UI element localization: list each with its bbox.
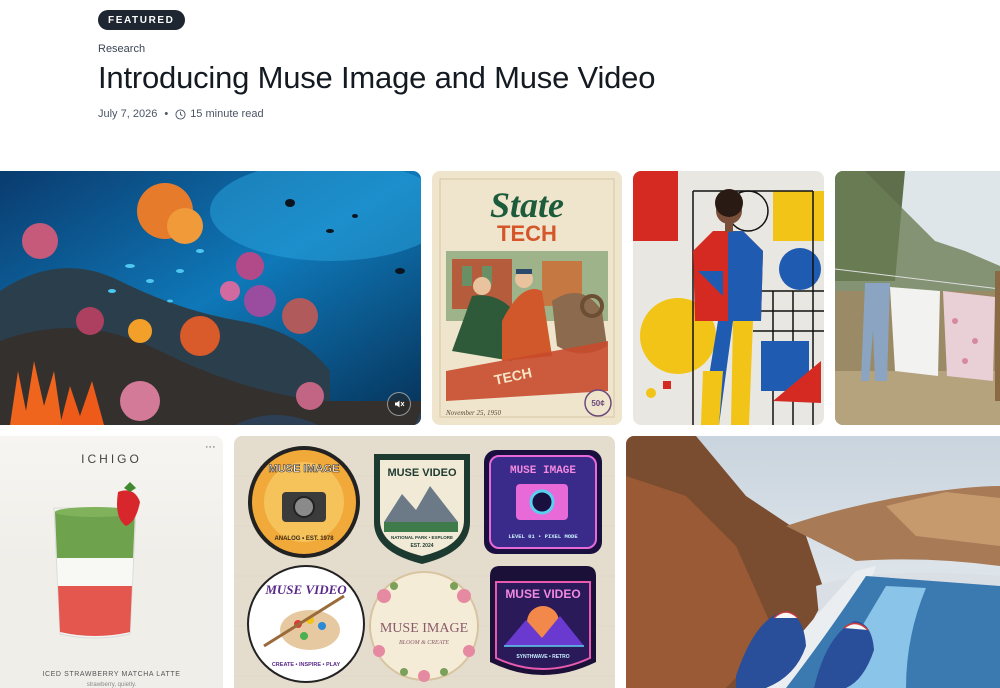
- ichigo-corner-text: ● ● ●: [205, 444, 215, 449]
- coral-reef-scene: [0, 171, 421, 425]
- page-title: Introducing Muse Image and Muse Video: [98, 60, 656, 95]
- post-category[interactable]: Research: [98, 43, 978, 55]
- geometric-fashion-scene: [633, 171, 824, 425]
- poster-title-state: State: [490, 185, 564, 225]
- patch-5-title: MUSE IMAGE: [380, 621, 468, 636]
- patch-3-title: MUSE IMAGE: [510, 465, 576, 477]
- ichigo-ad-image[interactable]: ● ● ● ICHIGO ICED STRAWBERRY MATCHA LATT…: [0, 436, 223, 688]
- canyon-slide-video[interactable]: [626, 436, 1000, 688]
- patch-1-sub: ANALOG • EST. 1978: [274, 536, 334, 542]
- patch-6: MUSE VIDEO SYNTHWAVE • RETRO: [490, 566, 596, 675]
- patch-6-title: MUSE VIDEO: [505, 587, 580, 601]
- state-tech-poster: State TECH TECH November 25, 1950 50¢: [432, 171, 622, 425]
- meta-separator: •: [164, 108, 169, 121]
- ichigo-caption: ICED STRAWBERRY MATCHA LATTE: [42, 671, 181, 678]
- patches-scene: MUSE IMAGE ANALOG • EST. 1978 MUSE VIDEO…: [234, 436, 615, 688]
- patch-4: MUSE VIDEO CREATE • INSPIRE • PLAY: [247, 565, 365, 683]
- poster-title-tech: TECH: [497, 221, 557, 246]
- ichigo-drink-scene: [0, 436, 223, 688]
- patch-3: MUSE IMAGE LEVEL 01 • PIXEL MODE: [484, 450, 602, 554]
- patch-5-sub: BLOOM & CREATE: [399, 640, 449, 646]
- poster-seal: 50¢: [591, 399, 605, 408]
- muse-patches-image[interactable]: MUSE IMAGE ANALOG • EST. 1978 MUSE VIDEO…: [234, 436, 615, 688]
- patch-5: MUSE IMAGE BLOOM & CREATE: [369, 571, 479, 682]
- post-meta: July 7, 2026 • 15 minute read: [98, 108, 978, 120]
- patch-3-sub: LEVEL 01 • PIXEL MODE: [508, 533, 578, 540]
- patch-2-title: MUSE VIDEO: [387, 467, 457, 479]
- mute-button[interactable]: [387, 392, 411, 416]
- state-tech-poster-image[interactable]: State TECH TECH November 25, 1950 50¢: [432, 171, 622, 425]
- canyon-slide-scene: [626, 436, 1000, 688]
- patch-2-sub2: EST. 2024: [410, 543, 433, 549]
- mute-icon: [395, 400, 405, 408]
- read-time: 15 minute read: [190, 108, 264, 121]
- patch-4-title: MUSE VIDEO: [264, 582, 347, 597]
- patch-2: MUSE VIDEO NATIONAL PARK • EXPLORE EST. …: [374, 454, 470, 564]
- geometric-fashion-image[interactable]: [633, 171, 824, 425]
- ichigo-subline: strawberry, quietly.: [86, 682, 137, 688]
- post-header: FEATURED Research Introducing Muse Image…: [98, 10, 978, 120]
- patch-2-sub: NATIONAL PARK • EXPLORE: [391, 535, 453, 540]
- coral-reef-video[interactable]: [0, 171, 421, 425]
- laundry-scene: [835, 171, 1000, 425]
- clock-icon: [175, 109, 186, 120]
- ichigo-brand: ICHIGO: [81, 452, 142, 466]
- post-date: July 7, 2026: [98, 108, 158, 121]
- patch-6-sub: SYNTHWAVE • RETRO: [516, 654, 569, 660]
- patch-1-title: MUSE IMAGE: [269, 463, 340, 475]
- laundry-line-video[interactable]: [835, 171, 1000, 425]
- patch-4-sub: CREATE • INSPIRE • PLAY: [272, 662, 341, 668]
- poster-date: November 25, 1950: [445, 409, 502, 417]
- patch-1: MUSE IMAGE ANALOG • EST. 1978: [248, 446, 360, 558]
- featured-badge[interactable]: FEATURED: [98, 10, 185, 30]
